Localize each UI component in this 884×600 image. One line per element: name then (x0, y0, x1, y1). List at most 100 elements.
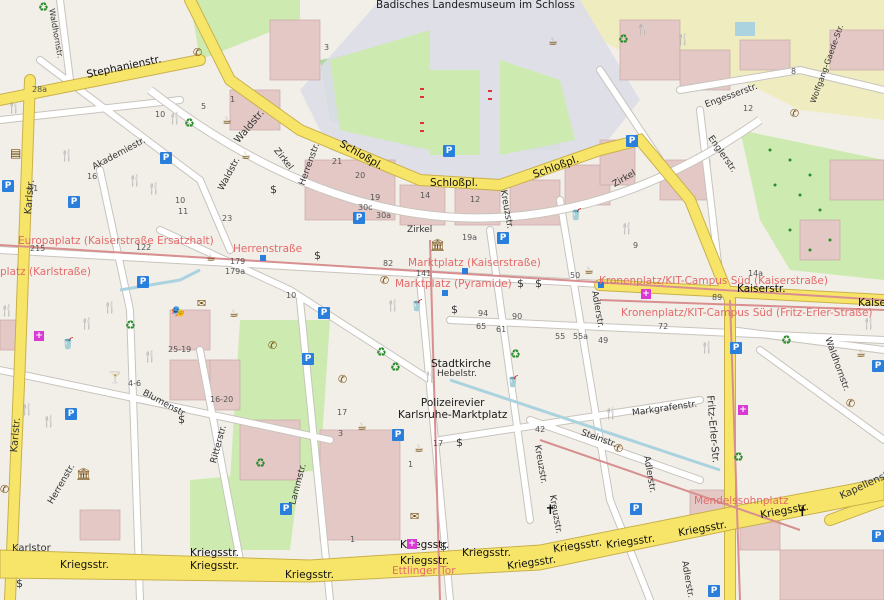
parking-icon[interactable]: P (392, 429, 404, 441)
church-icon[interactable]: ✝ (545, 503, 556, 518)
restaurant-icon[interactable]: 🍴 (423, 371, 437, 382)
stop-marktplatz-pyramide[interactable]: Marktplatz (Pyramide) (395, 279, 512, 290)
parking-icon[interactable]: P (872, 530, 884, 542)
phone-icon[interactable]: ✆ (846, 398, 855, 409)
bank-icon[interactable]: $ (517, 277, 524, 290)
recycling-icon[interactable]: ♻ (125, 318, 136, 332)
post-icon[interactable]: ✉ (197, 298, 206, 309)
recycling-icon[interactable]: ♻ (618, 32, 629, 46)
phone-icon[interactable]: ✆ (380, 275, 389, 286)
restaurant-icon[interactable]: 🍴 (20, 404, 34, 415)
bank-icon[interactable]: $ (456, 436, 463, 449)
phone-icon[interactable]: ✆ (193, 47, 202, 58)
bar-icon[interactable]: 🍸 (108, 372, 122, 383)
cafe-icon[interactable]: ☕ (357, 421, 367, 432)
cafe-icon[interactable]: ☕ (856, 348, 866, 359)
parking-icon[interactable]: P (302, 353, 314, 365)
landmark-polizeirevier[interactable]: Polizeirevier Karlsruhe-Marktplatz (398, 397, 507, 421)
cafe-icon[interactable]: ☕ (222, 115, 232, 126)
landmark-stadtkirche[interactable]: Stadtkirche (431, 359, 491, 370)
phone-icon[interactable]: ✆ (338, 374, 347, 385)
restaurant-icon[interactable]: 🍴 (103, 302, 117, 313)
restaurant-icon[interactable]: 🍴 (604, 408, 618, 419)
recycling-icon[interactable]: ♻ (376, 345, 387, 359)
parking-icon[interactable]: P (497, 232, 509, 244)
bank-icon[interactable]: $ (440, 540, 447, 553)
stop-karlstrasse[interactable]: platz (Karlstraße) (0, 267, 91, 278)
restaurant-icon[interactable]: 🍴 (636, 24, 650, 35)
pharmacy-icon[interactable]: + (407, 539, 417, 549)
parking-icon[interactable]: P (318, 307, 330, 319)
restaurant-icon[interactable]: 🍴 (80, 318, 94, 329)
restaurant-icon[interactable]: 🍴 (143, 351, 157, 362)
recycling-icon[interactable]: ♻ (510, 347, 521, 361)
recycling-icon[interactable]: ♻ (255, 456, 266, 470)
parking-icon[interactable]: P (872, 360, 884, 372)
restaurant-icon[interactable]: 🍴 (60, 150, 74, 161)
parking-icon[interactable]: P (65, 408, 77, 420)
parking-icon[interactable]: P (280, 503, 292, 515)
phone-icon[interactable]: ✆ (268, 340, 277, 351)
parking-icon[interactable]: P (353, 212, 365, 224)
recycling-icon[interactable]: ♻ (38, 0, 49, 14)
stop-marktplatz-kaiserstrasse[interactable]: Marktplatz (Kaiserstraße) (408, 258, 541, 269)
stop-kronenplatz-fritz-erler[interactable]: Kronenplatz/KIT-Campus Süd (Fritz-Erler-… (621, 308, 873, 319)
parking-icon[interactable]: P (626, 135, 638, 147)
recycling-icon[interactable]: ♻ (733, 450, 744, 464)
map-view[interactable]: Badisches Landesmuseum im Schloss Stadtk… (0, 0, 884, 600)
post-icon[interactable]: ✉ (410, 511, 419, 522)
cafe-icon[interactable]: ☕ (206, 252, 216, 263)
parking-icon[interactable]: P (730, 342, 742, 354)
fast-food-icon[interactable]: 🥤 (410, 300, 424, 311)
museum-icon[interactable]: 🏛 (76, 467, 91, 481)
stop-europaplatz[interactable]: Europaplatz (Kaiserstraße Ersatzhalt) (18, 236, 214, 247)
recycling-icon[interactable]: ♻ (781, 333, 792, 347)
bank-icon[interactable]: $ (16, 577, 23, 590)
parking-icon[interactable]: P (443, 145, 455, 157)
parking-icon[interactable]: P (2, 180, 14, 192)
pharmacy-icon[interactable]: + (738, 405, 748, 415)
restaurant-icon[interactable]: 🍴 (386, 300, 400, 311)
fast-food-icon[interactable]: 🥤 (61, 338, 75, 349)
phone-icon[interactable]: ✆ (614, 443, 623, 454)
pharmacy-icon[interactable]: + (641, 289, 651, 299)
parking-icon[interactable]: P (630, 503, 642, 515)
pharmacy-icon[interactable]: + (34, 331, 44, 341)
bank-icon[interactable]: $ (178, 413, 185, 426)
cafe-icon[interactable]: ☕ (414, 443, 424, 454)
fast-food-icon[interactable]: 🥤 (506, 376, 520, 387)
recycling-icon[interactable]: ♻ (184, 116, 195, 130)
cafe-icon[interactable]: ☕ (548, 36, 558, 47)
bank-icon[interactable]: $ (535, 277, 542, 290)
museum-icon[interactable]: 🏛 (430, 238, 445, 252)
theatre-icon[interactable]: 🎭 (171, 306, 185, 317)
recycling-icon[interactable]: ♻ (390, 360, 401, 374)
cafe-icon[interactable]: ☕ (241, 150, 251, 161)
restaurant-icon[interactable]: 🍴 (0, 305, 14, 316)
cafe-icon[interactable]: ☕ (584, 265, 594, 276)
bank-icon[interactable]: $ (314, 249, 321, 262)
parking-icon[interactable]: P (68, 196, 80, 208)
restaurant-icon[interactable]: 🍴 (147, 183, 161, 194)
parking-icon[interactable]: P (160, 152, 172, 164)
restaurant-icon[interactable]: 🍴 (128, 175, 142, 186)
church-icon[interactable]: ✝ (797, 505, 808, 520)
parking-icon[interactable]: P (137, 276, 149, 288)
stop-kronenplatz-kaiserstrasse[interactable]: Kronenplatz/KIT-Campus Süd (Kaiserstraße… (599, 276, 828, 287)
cafe-icon[interactable]: ☕ (229, 308, 239, 319)
stop-herrenstrasse[interactable]: Herrenstraße (233, 244, 302, 255)
stop-ettlinger-tor[interactable]: Ettlinger Tor (392, 566, 456, 577)
restaurant-icon[interactable]: 🍴 (42, 416, 56, 427)
restaurant-icon[interactable]: 🍴 (7, 102, 21, 113)
stop-mendelssohnplatz[interactable]: Mendelssohnplatz (694, 496, 789, 507)
restaurant-icon[interactable]: 🍴 (168, 113, 182, 124)
phone-icon[interactable]: ✆ (0, 484, 9, 495)
parking-icon[interactable]: P (708, 585, 720, 597)
phone-icon[interactable]: ✆ (790, 108, 799, 119)
restaurant-icon[interactable]: 🍴 (862, 318, 876, 329)
bank-icon[interactable]: $ (270, 183, 277, 196)
bank-icon[interactable]: $ (451, 303, 458, 316)
landmark-museum[interactable]: Badisches Landesmuseum im Schloss (376, 0, 575, 11)
library-icon[interactable]: ▤ (10, 146, 21, 160)
restaurant-icon[interactable]: 🍴 (620, 223, 634, 234)
